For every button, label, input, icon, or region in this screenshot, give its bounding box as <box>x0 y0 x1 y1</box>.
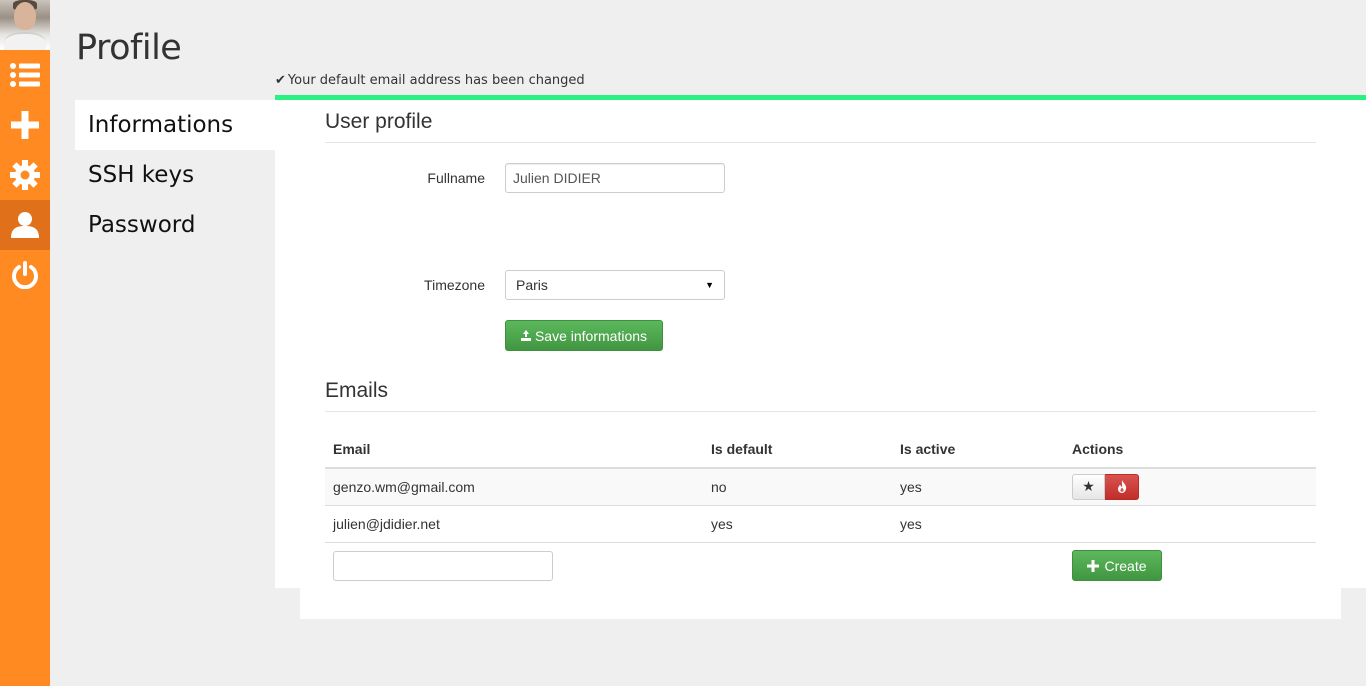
fullname-label: Fullname <box>427 170 485 186</box>
gear-icon <box>10 160 40 190</box>
delete-email-button[interactable] <box>1105 473 1139 500</box>
save-informations-label: Save informations <box>534 327 648 344</box>
is-active-cell: yes <box>892 504 1064 542</box>
new-email-input[interactable] <box>333 550 553 581</box>
save-informations-button[interactable]: Save informations <box>505 320 663 351</box>
column-header-actions: Actions <box>1064 430 1316 469</box>
actions-cell: ★ <box>1064 467 1316 505</box>
new-email-row: Create <box>325 541 1316 589</box>
is-default-cell: yes <box>703 504 892 542</box>
column-header-is-default: Is default <box>703 430 892 469</box>
email-cell: genzo.wm@gmail.com <box>325 467 703 505</box>
flash-message-text: Your default email address has been chan… <box>287 73 585 88</box>
table-row: genzo.wm@gmail.com no yes ★ <box>325 467 1316 505</box>
avatar[interactable] <box>0 0 50 50</box>
rail-item-profile[interactable] <box>0 200 50 250</box>
profile-subnav: Informations SSH keys Password <box>75 100 275 250</box>
email-cell: julien@jdidier.net <box>325 504 703 542</box>
timezone-select[interactable]: Paris ▼ <box>505 270 725 300</box>
page-title: Profile <box>76 28 182 68</box>
power-icon <box>11 261 39 289</box>
star-icon: ★ <box>1082 478 1095 495</box>
section-divider <box>325 142 1316 143</box>
new-email-cell <box>325 541 703 589</box>
emails-title: Emails <box>325 379 389 402</box>
subnav-item-ssh-keys[interactable]: SSH keys <box>75 150 275 200</box>
rail-item-settings[interactable] <box>0 150 50 200</box>
section-divider <box>325 411 1316 412</box>
is-default-cell: no <box>703 467 892 505</box>
column-header-email: Email <box>325 430 703 469</box>
subnav-item-informations[interactable]: Informations <box>75 100 275 150</box>
flash-message: ✔ Your default email address has been ch… <box>275 72 1366 100</box>
side-rail <box>0 0 50 686</box>
plus-icon <box>1087 559 1100 572</box>
emails-table: Email Is default Is active Actions genzo… <box>325 430 1316 589</box>
rail-item-add[interactable] <box>0 100 50 150</box>
timezone-selected-value: Paris <box>516 277 548 293</box>
fire-icon <box>1117 480 1127 494</box>
table-row: julien@jdidier.net yes yes <box>325 504 1316 542</box>
timezone-label: Timezone <box>424 277 485 293</box>
plus-icon <box>11 111 39 139</box>
column-header-is-active: Is active <box>892 430 1064 469</box>
create-label: Create <box>1104 557 1147 574</box>
create-email-button[interactable]: Create <box>1072 550 1162 582</box>
make-default-button[interactable]: ★ <box>1072 473 1105 500</box>
is-active-cell: yes <box>892 467 1064 505</box>
caret-down-icon: ▼ <box>705 280 714 290</box>
user-profile-title: User profile <box>325 110 433 133</box>
check-icon: ✔ <box>275 73 286 88</box>
table-header-row: Email Is default Is active Actions <box>325 430 1316 469</box>
actions-cell <box>1064 504 1316 542</box>
list-icon <box>10 63 40 87</box>
rail-item-list[interactable] <box>0 50 50 100</box>
panel-bottom <box>300 588 1341 619</box>
subnav-item-password[interactable]: Password <box>75 200 275 250</box>
save-icon <box>520 330 531 341</box>
fullname-input[interactable] <box>505 163 725 193</box>
content-panel: User profile Fullname Timezone Paris ▼ S… <box>275 100 1366 589</box>
rail-item-logout[interactable] <box>0 250 50 300</box>
email-actions: ★ <box>1072 473 1139 500</box>
user-icon <box>11 212 39 238</box>
